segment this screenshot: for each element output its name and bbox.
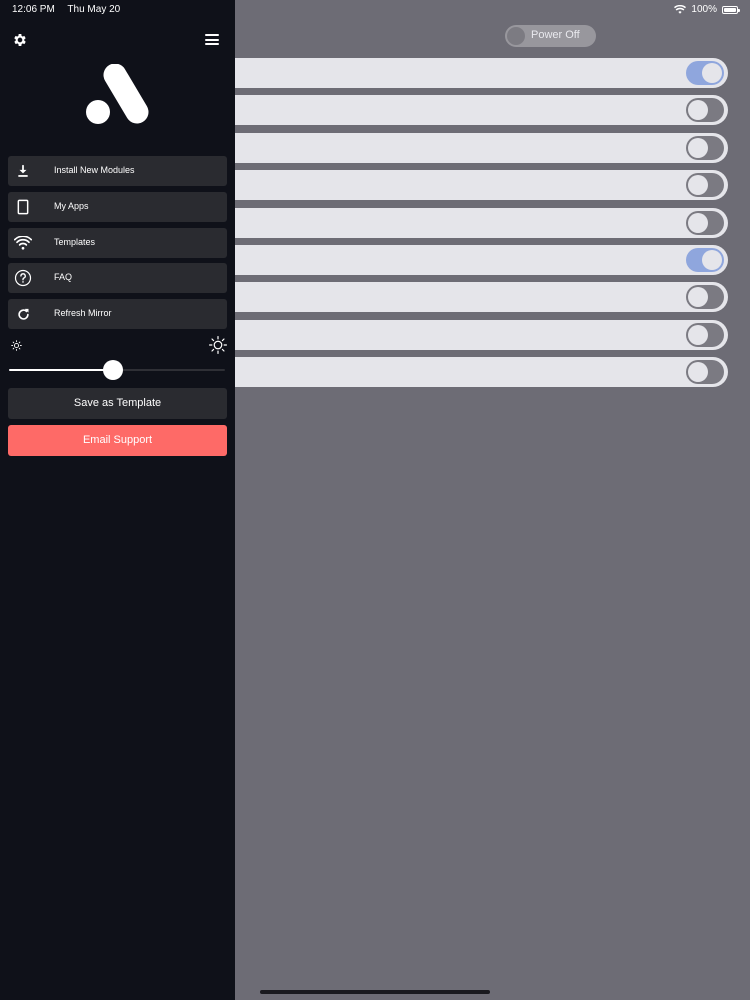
brightness-high-icon: [209, 336, 227, 354]
module-toggle-knob: [688, 287, 708, 308]
menu-item-label: Refresh Mirror: [54, 308, 112, 319]
status-time: 12:06 PM: [12, 4, 55, 15]
power-toggle[interactable]: Power Off: [505, 25, 596, 47]
power-toggle-label: Power Off: [531, 29, 580, 41]
menu-item-install-new-modules[interactable]: Install New Modules: [8, 156, 227, 186]
module-row: [150, 245, 728, 275]
app-logo: [86, 64, 149, 124]
module-toggle-knob: [688, 324, 708, 345]
module-toggle-switch[interactable]: [686, 322, 724, 347]
module-toggle-knob: [702, 63, 722, 83]
module-toggle-switch[interactable]: [686, 248, 724, 272]
module-row: [150, 319, 728, 350]
status-date: Thu May 20: [67, 4, 121, 15]
module-toggle-knob: [688, 100, 708, 121]
refresh-icon: [14, 305, 32, 323]
power-toggle-knob: [507, 27, 525, 45]
brightness-slider[interactable]: [9, 360, 225, 380]
menu-item-label: FAQ: [54, 272, 73, 283]
module-toggle-switch[interactable]: [686, 61, 724, 85]
module-row: [150, 58, 728, 88]
home-indicator: [260, 990, 490, 994]
module-toggle-knob: [688, 137, 708, 158]
brightness-low-icon: [11, 340, 22, 351]
side-drawer: Install New Modules My Apps Templates FAQ Re…: [0, 0, 235, 1000]
status-bar-left: 12:06 PM Thu May 20: [12, 4, 130, 15]
brightness-slider-thumb[interactable]: [102, 360, 123, 380]
hamburger-menu-icon[interactable]: [205, 34, 219, 45]
menu-item-faq[interactable]: FAQ: [8, 263, 227, 294]
module-row: [150, 95, 728, 126]
battery-icon: [722, 5, 740, 14]
battery-percent: 100%: [691, 4, 717, 15]
brightness-slider-fill: [9, 369, 113, 371]
module-toggle-switch[interactable]: [686, 173, 724, 198]
module-toggle-knob: [688, 212, 708, 233]
menu-item-label: Install New Modules: [54, 165, 135, 175]
module-toggle-knob: [688, 362, 708, 383]
download-icon: [14, 162, 32, 180]
module-row: [150, 357, 728, 388]
module-toggle-knob: [702, 250, 722, 270]
question-icon: [14, 269, 32, 287]
module-toggle-switch[interactable]: [686, 210, 724, 235]
status-bar-right: 100%: [674, 4, 740, 15]
wifi-status-icon: [674, 5, 687, 14]
menu-item-my-apps[interactable]: My Apps: [8, 191, 227, 222]
save-as-template-button[interactable]: Save as Template: [8, 388, 227, 419]
menu-item-label: My Apps: [54, 200, 89, 211]
gear-icon[interactable]: [12, 32, 28, 48]
module-toggle-switch[interactable]: [686, 98, 724, 123]
wifi-icon: [14, 234, 32, 252]
module-row: [150, 207, 728, 238]
module-row: [150, 170, 728, 201]
menu-item-label: Templates: [54, 236, 96, 247]
tablet-icon: [14, 198, 32, 216]
module-row: [150, 132, 728, 163]
module-toggle-switch[interactable]: [686, 135, 724, 160]
module-toggle-switch[interactable]: [686, 360, 724, 385]
module-toggle-knob: [688, 175, 708, 196]
email-support-button[interactable]: Email Support: [8, 425, 227, 456]
module-toggle-switch[interactable]: [686, 285, 724, 310]
module-row: [150, 282, 728, 313]
menu-item-templates[interactable]: Templates: [8, 227, 227, 258]
menu-item-refresh-mirror[interactable]: Refresh Mirror: [8, 299, 227, 330]
